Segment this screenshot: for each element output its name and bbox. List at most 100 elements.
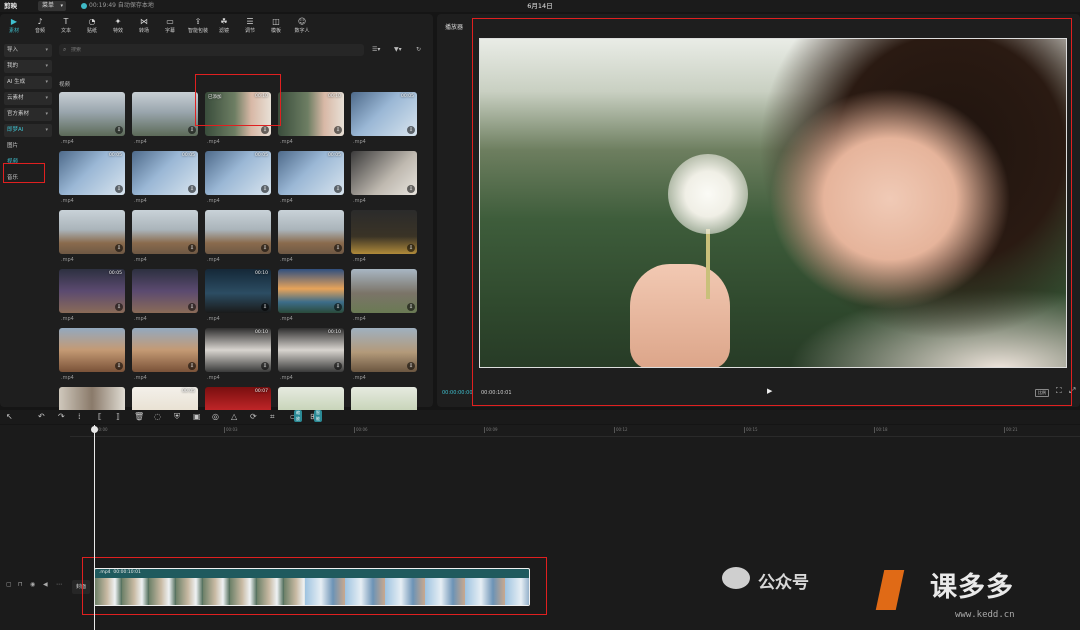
media-item[interactable]: ⇩ .mp4 <box>351 151 417 209</box>
download-icon[interactable]: ⇩ <box>334 185 342 193</box>
download-icon[interactable]: ⇩ <box>334 303 342 311</box>
download-icon[interactable]: ⇩ <box>407 362 415 370</box>
fullscreen-icon[interactable]: ⤢ <box>1069 386 1075 396</box>
undo-icon[interactable]: ↶ <box>38 411 45 423</box>
media-item[interactable]: ⇩ .mp4 <box>132 92 198 150</box>
download-icon[interactable]: ⇩ <box>407 303 415 311</box>
download-icon[interactable]: ⇩ <box>261 185 269 193</box>
sort-button[interactable]: ☰▾ <box>372 44 380 56</box>
playhead[interactable] <box>94 425 95 630</box>
sidebar-item-official[interactable]: 官方素材 <box>4 108 52 121</box>
download-icon[interactable]: ⇩ <box>188 362 196 370</box>
media-item[interactable]: 00:10 ⇩ .mp4 <box>205 328 271 386</box>
rotate-icon[interactable]: ⟳ <box>250 411 257 423</box>
mute-icon[interactable]: ◀ <box>43 581 48 588</box>
sidebar-item-import[interactable]: 导入 <box>4 44 52 57</box>
sidebar-item-cloud[interactable]: 云素材 <box>4 92 52 105</box>
media-item[interactable]: ⇩ .mp4 <box>59 210 125 268</box>
download-icon[interactable]: ⇩ <box>334 126 342 134</box>
sidebar-item-images[interactable]: 图片 <box>4 140 52 153</box>
media-item[interactable]: 00:05 ⇩ .mp4 <box>351 92 417 150</box>
playhead-handle[interactable] <box>91 426 98 433</box>
smart-tool-icon[interactable]: ⊞智能 <box>310 410 322 423</box>
play-button[interactable]: ▶ <box>767 387 772 395</box>
lock-icon[interactable]: ⊓ <box>18 581 23 588</box>
tab-text[interactable]: T 文本 <box>54 16 78 38</box>
download-icon[interactable]: ⇩ <box>115 185 123 193</box>
menu-button[interactable]: 菜单 ▾ <box>38 1 66 11</box>
media-item[interactable]: ⇩ .mp4 <box>205 210 271 268</box>
tab-smart-pack[interactable]: ⇪ 智能包装 <box>186 16 210 38</box>
redo-icon[interactable]: ↷ <box>58 411 65 423</box>
media-item[interactable]: 00:05 ⇩ .mp4 <box>205 151 271 209</box>
media-item[interactable]: 00:05 ⇩ .mp4 <box>132 151 198 209</box>
shield-icon[interactable]: ⛨ <box>174 411 180 423</box>
download-icon[interactable]: ⇩ <box>407 185 415 193</box>
more-icon[interactable]: ⋯ <box>56 581 62 588</box>
download-icon[interactable]: ⇩ <box>115 362 123 370</box>
media-item[interactable]: ⇩ .mp4 <box>278 269 344 327</box>
download-icon[interactable]: ⇩ <box>188 185 196 193</box>
cover-button[interactable]: 封面 <box>72 580 90 594</box>
media-item[interactable]: ⇩ .mp4 <box>59 92 125 150</box>
tab-filter[interactable]: ☘ 滤镜 <box>212 16 236 38</box>
sidebar-item-ai-generate[interactable]: AI 生成 <box>4 76 52 89</box>
download-icon[interactable]: ⇩ <box>188 244 196 252</box>
download-icon[interactable]: ⇩ <box>188 126 196 134</box>
crop-tool-icon[interactable]: ⌗ <box>270 411 275 423</box>
tab-transition[interactable]: ⋈ 转场 <box>132 16 156 38</box>
media-item[interactable]: 00:10 ⇩ .mp4 <box>205 269 271 327</box>
tab-effects[interactable]: ✦ 特效 <box>106 16 130 38</box>
tab-sticker[interactable]: ◔ 贴纸 <box>80 16 104 38</box>
sidebar-item-mine[interactable]: 我的 <box>4 60 52 73</box>
split-left-icon[interactable]: ⟦ <box>98 411 102 423</box>
video-preview[interactable] <box>479 38 1067 368</box>
download-icon[interactable]: ⇩ <box>407 126 415 134</box>
record-icon[interactable]: ◎ <box>212 411 219 423</box>
search-bar[interactable]: ⌕ <box>59 44 364 56</box>
download-icon[interactable]: ⇩ <box>334 362 342 370</box>
download-icon[interactable]: ⇩ <box>261 303 269 311</box>
track-select-icon[interactable]: ▢ <box>6 581 12 588</box>
tab-audio[interactable]: ♪ 音频 <box>28 16 52 38</box>
media-item[interactable]: ⇩ .mp4 <box>132 328 198 386</box>
zoom-tool-icon[interactable]: ▭缩放 <box>290 410 302 423</box>
ratio-button[interactable]: 比例 <box>1035 389 1049 397</box>
select-tool-icon[interactable]: ↖ <box>6 411 13 423</box>
media-item[interactable]: ⇩ .mp4 <box>351 269 417 327</box>
media-item[interactable]: 00:10 已添加 ⇩ .mp4 <box>205 92 271 150</box>
download-icon[interactable]: ⇩ <box>261 244 269 252</box>
download-icon[interactable]: ⇩ <box>188 303 196 311</box>
media-item[interactable]: ⇩ .mp4 <box>351 210 417 268</box>
split-right-icon[interactable]: ⟧ <box>116 411 120 423</box>
media-item[interactable]: 00:05 ⇩ .mp4 <box>59 151 125 209</box>
eye-icon[interactable]: ◉ <box>30 581 35 588</box>
split-icon[interactable]: ⁞ <box>78 411 81 423</box>
media-item[interactable]: ⇩ .mp4 <box>278 210 344 268</box>
tab-adjust[interactable]: ☰ 调节 <box>238 16 262 38</box>
download-icon[interactable]: ⇩ <box>261 362 269 370</box>
delete-icon[interactable]: 🗑 <box>134 411 144 423</box>
timeline-ruler[interactable]: 00:00 00:03 00:06 00:09 00:12 00:15 00:1… <box>70 425 1080 437</box>
crop-icon[interactable]: ⛶ <box>1056 386 1062 396</box>
media-item[interactable]: ⇩ .mp4 <box>132 269 198 327</box>
media-item[interactable]: ⇩ .mp4 <box>132 210 198 268</box>
download-icon[interactable]: ⇩ <box>115 126 123 134</box>
media-item[interactable]: 00:05 ⇩ .mp4 <box>278 151 344 209</box>
tab-media[interactable]: ▶ 素材 <box>2 16 26 38</box>
download-icon[interactable]: ⇩ <box>261 126 269 134</box>
tab-caption[interactable]: ▭ 字幕 <box>158 16 182 38</box>
sidebar-item-jimeng[interactable]: 即梦AI <box>4 124 52 137</box>
tab-digital-human[interactable]: ☺ 数字人 <box>290 16 314 38</box>
tab-template[interactable]: ◫ 模板 <box>264 16 288 38</box>
media-item[interactable]: ⇩ .mp4 <box>351 328 417 386</box>
download-icon[interactable]: ⇩ <box>407 244 415 252</box>
search-input[interactable] <box>71 47 351 53</box>
refresh-icon[interactable]: ↻ <box>416 44 421 56</box>
media-item[interactable]: 00:05 ⇩ .mp4 <box>59 269 125 327</box>
media-item[interactable]: ⇩ .mp4 <box>59 328 125 386</box>
sidebar-item-music[interactable]: 音乐 <box>4 172 52 185</box>
video-clip[interactable]: .mp4 00:00:10:01 <box>94 568 530 606</box>
media-item[interactable]: 00:10 ⇩ .mp4 <box>278 92 344 150</box>
mirror-icon[interactable]: △ <box>231 411 237 423</box>
